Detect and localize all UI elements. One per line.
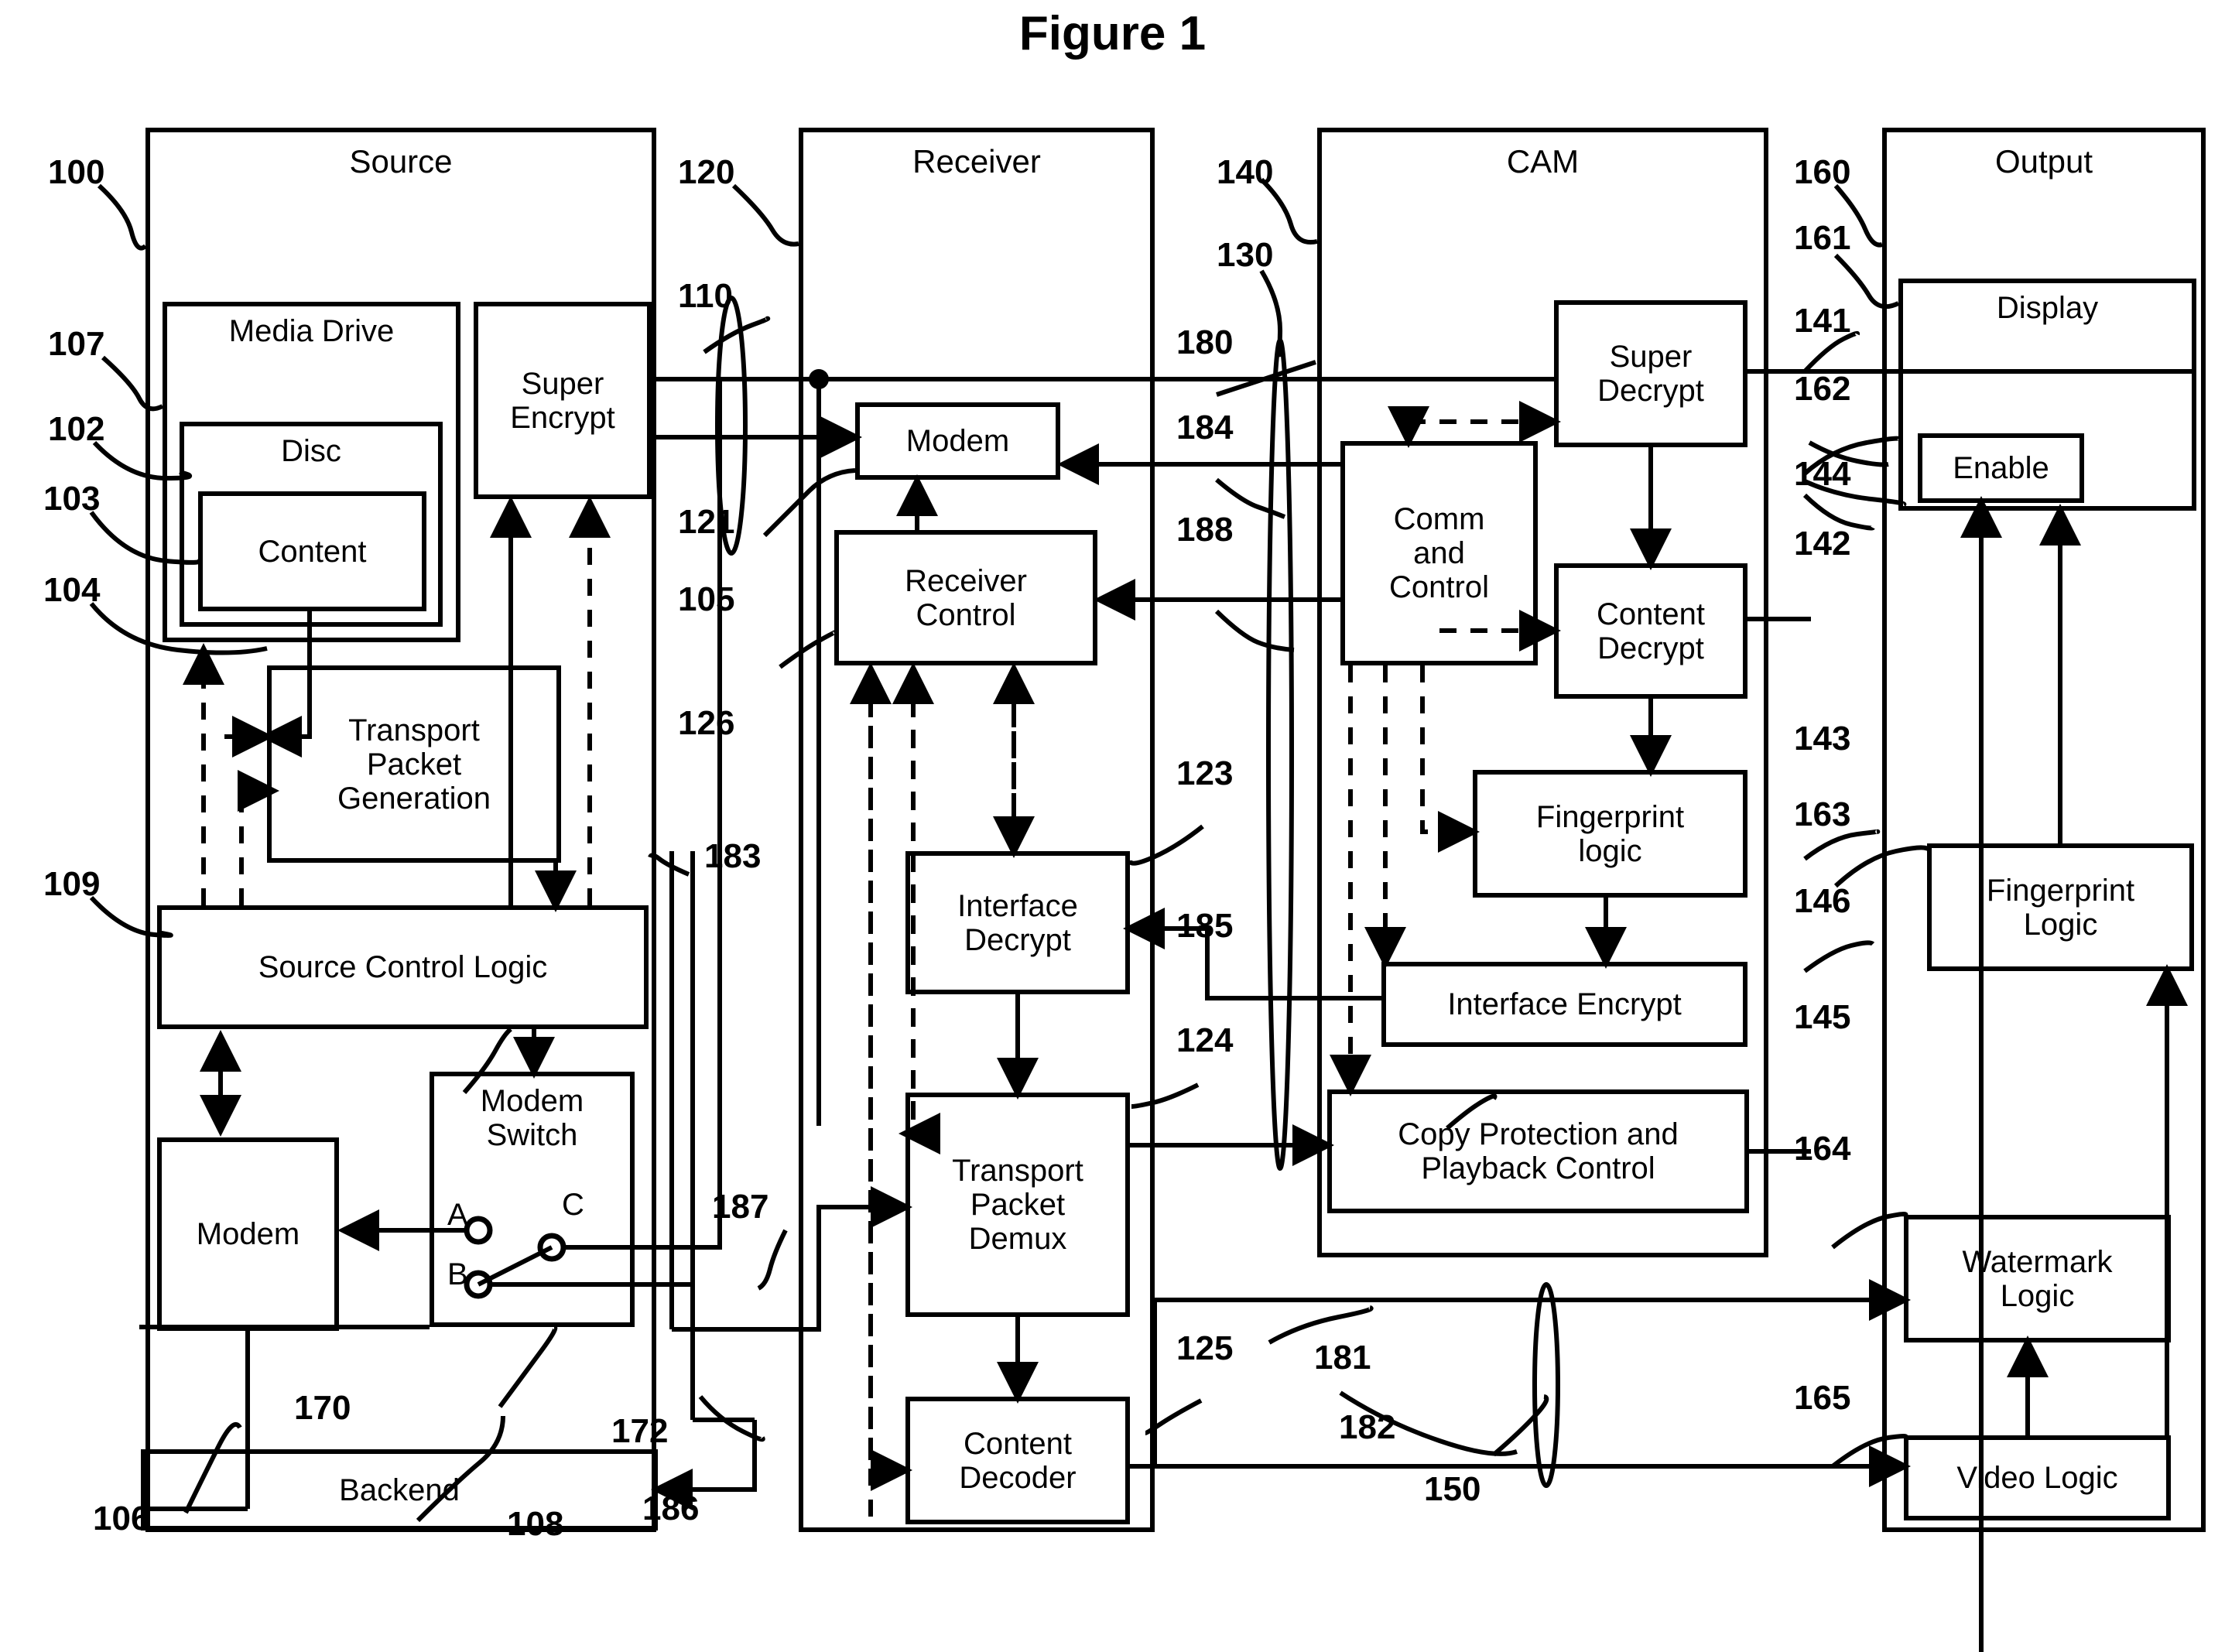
block-enable: Enable (1918, 433, 2084, 503)
block-copy-protection: Copy Protection and Playback Control (1327, 1089, 1749, 1213)
ref-146: 146 (1794, 882, 1851, 920)
block-receiver-modem-label: Modem (905, 424, 1010, 458)
block-fingerprint-logic-cam: Fingerprint logic (1473, 770, 1747, 898)
ref-142: 142 (1794, 525, 1851, 563)
block-video-logic: Video Logic (1904, 1435, 2171, 1520)
block-receiver-control: Receiver Control (834, 530, 1097, 665)
ref-180: 180 (1176, 323, 1234, 361)
ref-163: 163 (1794, 795, 1851, 833)
block-content-decoder: Content Decoder (905, 1397, 1130, 1524)
block-receiver-modem: Modem (855, 402, 1060, 480)
ref-161: 161 (1794, 219, 1851, 257)
ref-123: 123 (1176, 754, 1234, 792)
ref-124: 124 (1176, 1021, 1234, 1059)
container-receiver-title: Receiver (912, 143, 1041, 180)
ref-160: 160 (1794, 153, 1851, 191)
block-super-decrypt-label: Super Decrypt (1597, 340, 1704, 408)
block-content-decoder-label: Content Decoder (959, 1426, 1077, 1495)
ref-185: 185 (1176, 907, 1234, 945)
block-interface-decrypt-label: Interface Decrypt (957, 888, 1078, 957)
figure-title: Figure 1 (1018, 7, 1207, 60)
block-super-encrypt: Super Encrypt (474, 302, 652, 499)
block-transport-packet-generation-label: Transport Packet Generation (337, 713, 491, 816)
ref-170: 170 (294, 1389, 351, 1427)
block-copy-protection-label: Copy Protection and Playback Control (1398, 1117, 1679, 1185)
ref-125: 125 (1176, 1329, 1234, 1367)
block-backend-label: Backend (339, 1472, 460, 1507)
block-source-modem-label: Modem (196, 1217, 300, 1251)
container-source-title: Source (349, 143, 453, 180)
switch-terminal-a-label: A (447, 1198, 468, 1232)
ref-144: 144 (1794, 455, 1851, 493)
block-receiver-control-label: Receiver Control (905, 563, 1027, 632)
block-watermark-logic-label: Watermark Logic (1962, 1244, 2113, 1313)
block-source-modem: Modem (157, 1137, 339, 1331)
ref-104: 104 (43, 571, 101, 609)
ref-100: 100 (48, 153, 105, 191)
block-disc-label: Disc (281, 434, 341, 468)
ref-108: 108 (507, 1505, 564, 1543)
block-content: Content (198, 491, 426, 611)
block-content-decrypt-label: Content Decrypt (1596, 597, 1706, 665)
ref-126: 126 (678, 704, 735, 742)
block-comm-and-control-label: Comm and Control (1389, 502, 1489, 604)
ref-162: 162 (1794, 370, 1851, 408)
ref-172: 172 (611, 1412, 669, 1450)
ref-121: 121 (678, 503, 735, 541)
block-interface-encrypt-label: Interface Encrypt (1447, 987, 1682, 1021)
ref-105: 105 (678, 580, 735, 618)
block-content-label: Content (258, 534, 367, 569)
block-display-label: Display (1996, 291, 2099, 325)
ref-145: 145 (1794, 998, 1851, 1036)
ref-183: 183 (704, 837, 762, 875)
ref-184: 184 (1176, 409, 1234, 446)
ref-186: 186 (642, 1490, 700, 1527)
block-interface-decrypt: Interface Decrypt (905, 851, 1130, 994)
block-fingerprint-logic-output-label: Fingerprint Logic (1986, 873, 2135, 942)
block-content-decrypt: Content Decrypt (1554, 563, 1747, 699)
ref-181: 181 (1314, 1339, 1371, 1377)
ref-150: 150 (1424, 1470, 1481, 1508)
ref-103: 103 (43, 480, 101, 518)
block-super-encrypt-label: Super Encrypt (510, 366, 615, 435)
ref-110: 110 (678, 277, 733, 315)
switch-terminal-c-label: C (562, 1188, 584, 1222)
ref-182: 182 (1339, 1408, 1396, 1446)
switch-terminal-b-label: B (447, 1257, 468, 1291)
block-fingerprint-logic-cam-label: Fingerprint logic (1535, 799, 1685, 868)
block-watermark-logic: Watermark Logic (1904, 1215, 2171, 1342)
ref-102: 102 (48, 410, 105, 448)
ref-120: 120 (678, 153, 735, 191)
ref-109: 109 (43, 865, 101, 903)
ref-187: 187 (712, 1188, 769, 1226)
ref-140: 140 (1217, 153, 1274, 191)
ref-130: 130 (1217, 236, 1274, 274)
ref-143: 143 (1794, 720, 1851, 758)
ref-107: 107 (48, 325, 105, 363)
block-fingerprint-logic-output: Fingerprint Logic (1927, 843, 2194, 971)
ref-188: 188 (1176, 511, 1234, 549)
block-transport-packet-demux-label: Transport Packet Demux (952, 1154, 1083, 1256)
block-interface-encrypt: Interface Encrypt (1381, 962, 1747, 1047)
ref-141: 141 (1794, 302, 1851, 340)
block-media-drive-label: Media Drive (228, 314, 395, 348)
block-comm-and-control: Comm and Control (1340, 441, 1538, 665)
container-cam-title: CAM (1506, 143, 1580, 180)
ref-165: 165 (1794, 1379, 1851, 1417)
ref-164: 164 (1794, 1130, 1851, 1168)
ref-106: 106 (93, 1500, 150, 1537)
block-backend: Backend (141, 1449, 658, 1531)
block-transport-packet-generation: Transport Packet Generation (267, 665, 561, 863)
block-modem-switch-label: Modem Switch (480, 1084, 584, 1152)
patent-figure-canvas: Figure 1 Source Media Drive Disc Content… (0, 0, 2225, 1652)
container-output-title: Output (1994, 143, 2093, 180)
block-source-control-logic-label: Source Control Logic (258, 950, 548, 984)
block-super-decrypt: Super Decrypt (1554, 300, 1747, 447)
block-transport-packet-demux: Transport Packet Demux (905, 1093, 1130, 1317)
block-source-control-logic: Source Control Logic (157, 905, 649, 1029)
container-receiver: Receiver (799, 128, 1155, 1532)
block-video-logic-label: Video Logic (1956, 1461, 2118, 1495)
block-enable-label: Enable (1953, 451, 2049, 485)
